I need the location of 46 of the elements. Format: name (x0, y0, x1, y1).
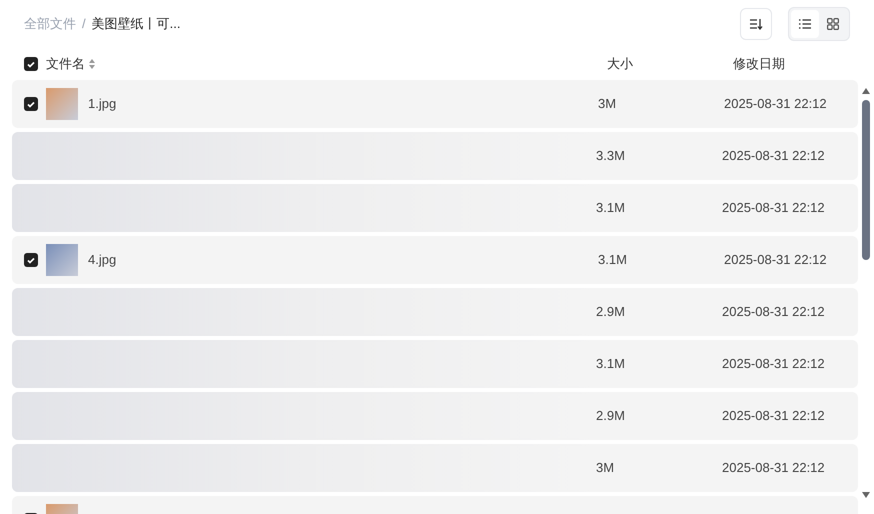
file-size: 3.1M (596, 199, 626, 218)
file-name[interactable]: 4.jpg (88, 250, 598, 270)
scrollbar-thumb[interactable] (862, 100, 870, 260)
file-row[interactable]: 3.3M 2025-08-31 22:12 (12, 132, 858, 180)
file-size: 3.3M (596, 147, 626, 166)
check-icon (27, 256, 35, 264)
modified-date: 2025-08-31 22:12 (722, 303, 825, 322)
breadcrumb-item[interactable]: 美图壁纸丨可... (92, 14, 180, 34)
file-row[interactable]: 1.jpg 3M 2025-08-31 22:12 (12, 80, 858, 128)
grid-icon (827, 18, 839, 30)
select-all-checkbox[interactable] (24, 57, 38, 71)
file-size: 3.1M (596, 355, 626, 374)
file-size: 3M (596, 459, 616, 478)
row-checkbox[interactable] (24, 97, 38, 111)
file-name[interactable]: 1.jpg (88, 94, 598, 114)
list-icon (799, 19, 811, 29)
sort-arrows-icon (89, 59, 95, 69)
modified-date: 2025-08-31 22:12 (722, 199, 825, 218)
file-row[interactable]: 3M 2025-08-31 22:12 (12, 444, 858, 492)
file-row[interactable]: 4.jpg 3.1M 2025-08-31 22:12 (12, 236, 858, 284)
file-size: 2.9M (596, 407, 626, 426)
modified-date: 2025-08-31 22:12 (722, 355, 825, 374)
file-row[interactable]: 2.9M 2025-08-31 22:12 (12, 392, 858, 440)
modified-date: 2025-08-31 22:12 (722, 459, 825, 478)
column-header[interactable]: 修改日期 (733, 54, 785, 74)
modified-date: 2025-08-31 22:12 (722, 147, 825, 166)
file-row[interactable]: 2.9M 2025-08-31 22:12 (12, 288, 858, 336)
column-header[interactable]: 大小 (607, 54, 733, 74)
sort-icon (749, 18, 763, 30)
file-row[interactable]: 3.1M 2025-08-31 22:12 (12, 340, 858, 388)
breadcrumb-separator: / (82, 15, 86, 34)
file-size: 2.9M (596, 303, 626, 322)
modified-date: 2025-08-31 22:12 (722, 407, 825, 426)
sort-button[interactable] (740, 8, 772, 40)
scroll-up-icon (862, 88, 870, 94)
column-header[interactable]: 文件名 (46, 54, 85, 74)
file-size: 3.1M (598, 251, 628, 270)
modified-date: 2025-08-31 22:12 (724, 251, 827, 270)
file-row[interactable]: 3.1M 2025-08-31 22:12 (12, 184, 858, 232)
modified-date: 2025-08-31 22:12 (724, 95, 827, 114)
scroll-down-icon (862, 492, 870, 498)
row-checkbox[interactable] (24, 253, 38, 267)
list-view-button[interactable] (791, 10, 819, 38)
check-icon (27, 100, 35, 108)
check-icon (27, 60, 35, 68)
file-size: 3M (598, 95, 618, 114)
